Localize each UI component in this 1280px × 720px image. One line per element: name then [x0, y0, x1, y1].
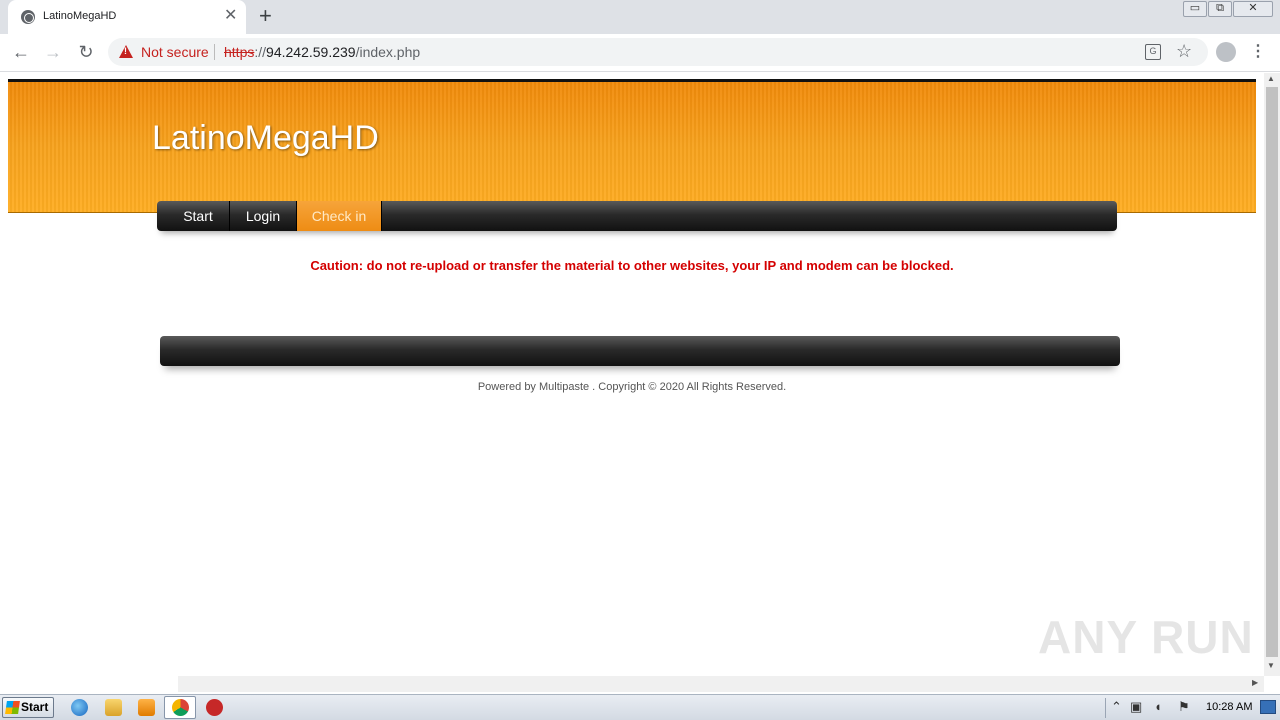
address-bar[interactable]: Not secure https://94.242.59.239/index.p…: [108, 38, 1208, 66]
volume-icon[interactable]: ◖: [1154, 699, 1162, 714]
close-tab-icon[interactable]: ✕: [224, 6, 237, 26]
restore-button[interactable]: ⧉: [1208, 1, 1232, 17]
scroll-up-icon[interactable]: ▲: [1267, 74, 1275, 83]
horizontal-scrollbar[interactable]: ▶: [178, 676, 1264, 692]
caution-message: Caution: do not re-upload or transfer th…: [310, 258, 954, 273]
warning-icon[interactable]: [119, 45, 133, 58]
chrome-icon: [172, 699, 189, 716]
new-tab-button[interactable]: +: [259, 4, 272, 28]
forward-button[interactable]: →: [41, 40, 65, 64]
url-text[interactable]: https://94.242.59.239/index.php: [224, 44, 420, 60]
scroll-down-icon[interactable]: ▼: [1267, 661, 1275, 670]
translate-icon[interactable]: G: [1145, 44, 1161, 60]
chrome-taskbar-button[interactable]: [164, 696, 196, 719]
stop-icon[interactable]: [206, 699, 223, 716]
scrollbar-thumb[interactable]: [1266, 87, 1278, 657]
site-navbar: Start Login Check in: [157, 201, 1117, 231]
footer-bar: [160, 336, 1120, 366]
tab-strip: LatinoMegaHD ✕ + ▭ ⧉ ✕: [0, 0, 1280, 34]
url-path: /index.php: [355, 44, 421, 60]
back-button[interactable]: ←: [9, 40, 33, 64]
tab-title: LatinoMegaHD: [43, 10, 117, 22]
explorer-icon[interactable]: [105, 699, 122, 716]
vertical-scrollbar[interactable]: ▲ ▼: [1264, 73, 1280, 676]
browser-menu-icon[interactable]: ⋮: [1250, 41, 1266, 61]
tray-divider: [1105, 698, 1106, 718]
scroll-right-icon[interactable]: ▶: [1252, 678, 1258, 687]
taskbar-clock[interactable]: 10:28 AM: [1206, 701, 1252, 713]
tray-expand-icon[interactable]: ⌃: [1111, 699, 1122, 715]
copyright-text: Powered by Multipaste . Copyright © 2020…: [477, 381, 787, 393]
start-label: Start: [21, 700, 49, 714]
network-icon[interactable]: ▣: [1130, 699, 1142, 715]
ie-icon[interactable]: [71, 699, 88, 716]
browser-toolbar: ← → ↻ Not secure https://94.242.59.239/i…: [0, 34, 1280, 72]
nav-check-in[interactable]: Check in: [297, 201, 382, 231]
windows-taskbar: Start ⌃ ▣ ◖ ⚑ 10:28 AM: [0, 694, 1280, 720]
url-separator: ://: [254, 44, 267, 60]
url-host: 94.242.59.239: [266, 44, 356, 60]
security-label[interactable]: Not secure: [141, 44, 209, 60]
site-header-banner: LatinoMegaHD: [8, 82, 1256, 213]
profile-avatar-icon[interactable]: [1216, 42, 1236, 62]
action-center-flag-icon[interactable]: ⚑: [1178, 699, 1190, 715]
show-desktop-button[interactable]: [1260, 700, 1276, 714]
anyrun-watermark: ANY RUN: [1038, 611, 1254, 663]
bookmark-star-icon[interactable]: ☆: [1176, 41, 1192, 62]
browser-tab[interactable]: LatinoMegaHD ✕: [8, 0, 246, 34]
page-viewport: LatinoMegaHD Start Login Check in Cautio…: [0, 73, 1264, 676]
nav-login[interactable]: Login: [230, 201, 297, 231]
url-scheme: https: [224, 44, 255, 60]
omnibox-divider: [214, 44, 215, 60]
windows-logo-icon: [5, 701, 20, 714]
nav-start[interactable]: Start: [167, 201, 230, 231]
minimize-button[interactable]: ▭: [1183, 1, 1207, 17]
media-player-icon[interactable]: [138, 699, 155, 716]
start-button[interactable]: Start: [2, 697, 54, 718]
reload-button[interactable]: ↻: [74, 40, 98, 64]
site-title[interactable]: LatinoMegaHD: [152, 119, 379, 158]
globe-icon: [21, 10, 35, 24]
close-window-button[interactable]: ✕: [1233, 1, 1273, 17]
